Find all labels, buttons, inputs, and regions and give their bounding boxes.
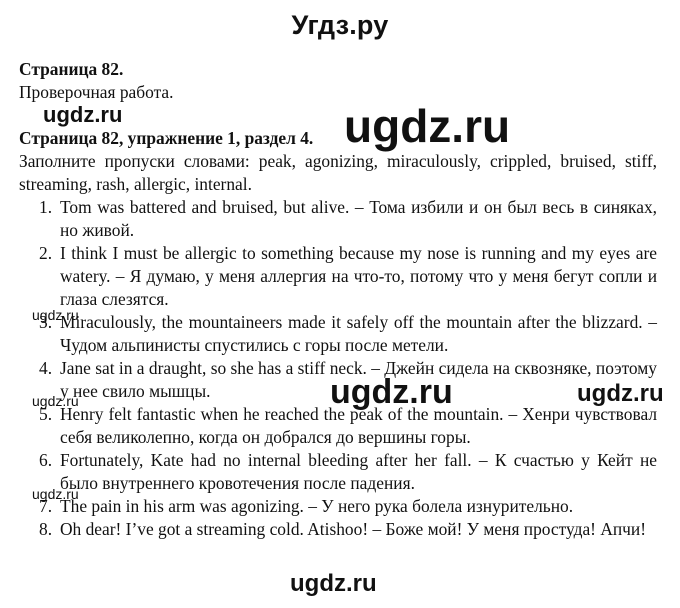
exercise-instruction: Заполните пропуски словами: peak, agoniz…	[19, 151, 657, 194]
site-title: Угдз.ру	[291, 10, 389, 40]
document-body: Страница 82. Проверочная работа. Страниц…	[19, 58, 657, 541]
item-number: 6.	[39, 450, 53, 470]
watermark: ugdz.ru	[32, 307, 79, 323]
page-heading: Страница 82.	[19, 59, 124, 79]
watermark: ugdz.ru	[32, 486, 79, 502]
item-number: 8.	[39, 519, 53, 539]
item-number: 1.	[39, 197, 53, 217]
item-text: Fortunately, Kate had no internal bleedi…	[60, 450, 657, 493]
list-item: 6. Fortunately, Kate had no internal blee…	[19, 449, 657, 495]
list-item: 2. I think I must be allergic to somethin…	[19, 242, 657, 311]
exercise-heading: Страница 82, упражнение 1, раздел 4.	[19, 128, 314, 148]
watermark: ugdz.ru	[43, 102, 123, 127]
list-item: 7. The pain in his arm was agonizing. – У…	[19, 495, 657, 518]
item-text: Oh dear! I’ve got a streaming cold. Atis…	[60, 519, 647, 539]
item-text: The pain in his arm was agonizing. – У н…	[60, 496, 574, 516]
item-text: Miraculously, the mountaineers made it s…	[60, 312, 657, 355]
page-subtitle: Проверочная работа.	[19, 82, 174, 102]
item-number: 4.	[39, 358, 53, 378]
watermark: ugdz.ru	[577, 380, 664, 407]
item-number: 2.	[39, 243, 53, 263]
answer-list: 1. Tom was battered and bruised, but aliv…	[19, 196, 657, 541]
watermark: ugdz.ru	[290, 570, 377, 597]
item-text: I think I must be allergic to something …	[60, 243, 657, 309]
item-text: Tom was battered and bruised, but alive.…	[60, 197, 657, 240]
watermark: ugdz.ru	[330, 373, 453, 411]
list-item: 1. Tom was battered and bruised, but aliv…	[19, 196, 657, 242]
list-item: 3. Miraculously, the mountaineers made it…	[19, 311, 657, 357]
watermark: ugdz.ru	[32, 393, 79, 409]
watermark: ugdz.ru	[344, 100, 511, 152]
list-item: 8. Oh dear! I’ve got a streaming cold. At…	[19, 518, 657, 541]
